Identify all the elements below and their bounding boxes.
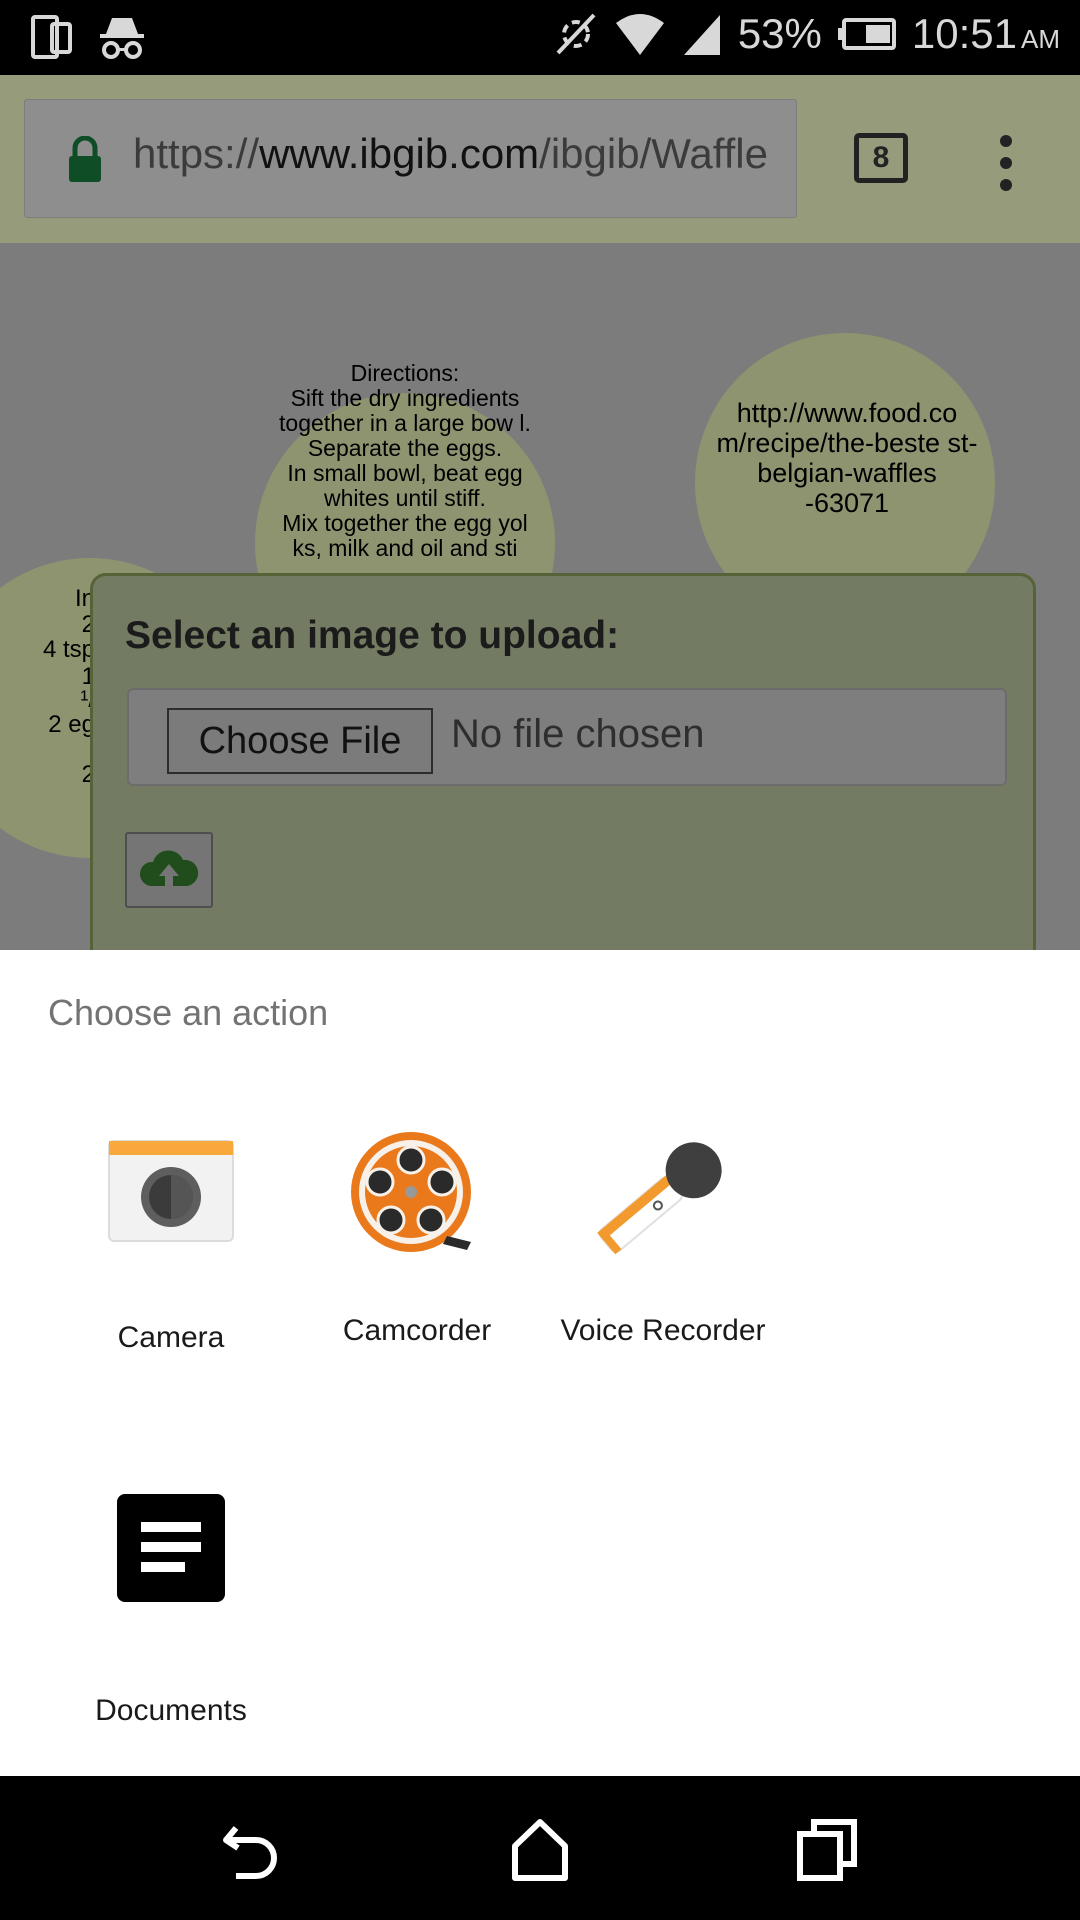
- navigation-bar: [0, 1776, 1080, 1920]
- nfc-off-icon: [556, 13, 596, 55]
- cloud-upload-icon: [139, 850, 199, 888]
- battery-percent: 53%: [737, 10, 822, 57]
- ingredient-fragment: 2: [81, 761, 95, 788]
- directions-text: Directions: Sift the dry ingredients tog…: [279, 360, 531, 561]
- choose-file-button[interactable]: Choose File: [167, 708, 433, 774]
- clock: 10:51 AM: [911, 10, 1060, 57]
- back-icon[interactable]: [218, 1814, 288, 1884]
- ingredient-fragment: 2: [81, 611, 95, 638]
- chooser-sheet: Choose an action Camera Camcorder Voice …: [0, 950, 1080, 1776]
- ingredient-fragment: 4 tsp: [42, 636, 95, 663]
- url-text[interactable]: https://www.ibgib.com/ibgib/Waffle: [133, 130, 783, 178]
- file-input[interactable]: Choose File No file chosen: [127, 688, 1007, 786]
- browser-toolbar: https://www.ibgib.com/ibgib/Waffle 8: [0, 75, 1080, 243]
- signal-icon: [683, 15, 720, 55]
- action-camcorder[interactable]: Camcorder: [294, 1126, 540, 1348]
- home-icon[interactable]: [505, 1814, 575, 1884]
- recents-icon[interactable]: [792, 1814, 862, 1884]
- action-voice-recorder[interactable]: Voice Recorder: [540, 1126, 786, 1348]
- tablet-icon: [31, 15, 72, 59]
- action-label: Camcorder: [342, 1314, 492, 1347]
- ingredient-fragment: In: [74, 585, 95, 612]
- action-camera[interactable]: Camera: [48, 1133, 294, 1355]
- documents-icon: [117, 1494, 225, 1602]
- action-label: Voice Recorder: [560, 1314, 766, 1347]
- no-file-text: No file chosen: [451, 712, 705, 756]
- action-documents[interactable]: Documents: [48, 1488, 294, 1728]
- upload-dialog: Select an image to upload: Choose File N…: [90, 573, 1036, 950]
- sheet-title: Choose an action: [48, 992, 329, 1033]
- ingredient-fragment: 2 eg: [48, 711, 95, 738]
- microphone-icon: [597, 1142, 722, 1255]
- status-bar: 53% 10:51 AM: [0, 0, 1080, 75]
- incognito-icon: [100, 18, 144, 59]
- url-node-text: http://www.food.co m/recipe/the-beste st…: [716, 398, 978, 518]
- camcorder-icon: [351, 1132, 471, 1252]
- wifi-icon: [615, 14, 664, 55]
- camera-icon: [108, 1140, 234, 1242]
- action-label: Documents: [95, 1694, 247, 1727]
- ingredient-fragment: ¹/: [80, 686, 95, 713]
- web-page-content: Directions: Sift the dry ingredients tog…: [0, 243, 1080, 950]
- lock-icon: [69, 136, 101, 182]
- overflow-menu-button[interactable]: [1000, 135, 1014, 201]
- action-label: Camera: [117, 1321, 225, 1354]
- tab-switcher-button[interactable]: 8: [854, 133, 908, 183]
- battery-icon: [837, 18, 896, 50]
- upload-button[interactable]: [125, 832, 213, 908]
- address-bar[interactable]: https://www.ibgib.com/ibgib/Waffle: [24, 99, 797, 218]
- upload-dialog-title: Select an image to upload:: [125, 614, 620, 657]
